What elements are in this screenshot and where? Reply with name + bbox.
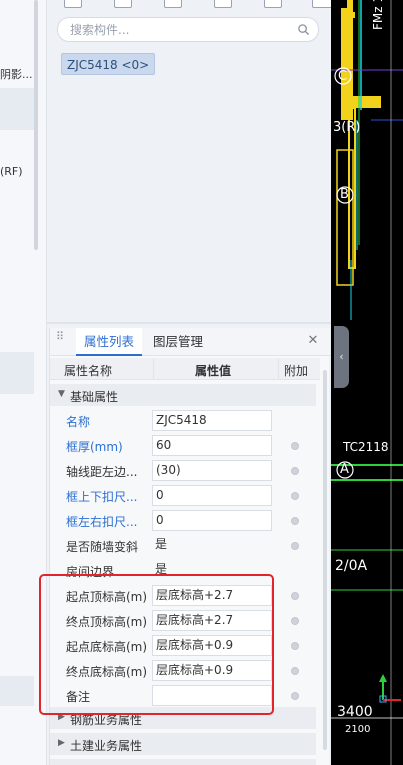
left-scrollbar[interactable] (34, 0, 38, 250)
cad-axis-a: A (340, 462, 349, 477)
property-table-header: 属性名称 属性值 附加 (50, 358, 320, 380)
tool-layer-icon[interactable] (264, 0, 282, 8)
property-name: 框上下扣尺... (66, 490, 138, 504)
property-value-field[interactable]: 是 (152, 535, 272, 556)
header-value: 属性值 (195, 364, 232, 378)
group-civil[interactable]: ▶ 土建业务属性 (50, 733, 316, 755)
tree-item-shadow[interactable]: 阴影... (0, 66, 33, 82)
search-icon[interactable] (297, 23, 310, 36)
property-scrollbar[interactable] (323, 370, 327, 750)
cad-label-tc: TC2118 (343, 440, 389, 454)
property-name: 框左右扣尺... (66, 515, 138, 529)
property-name: 框厚(mm) (66, 440, 123, 454)
extra-checkbox[interactable] (291, 442, 299, 450)
search-input[interactable] (70, 21, 290, 39)
cad-axis-b: B (340, 187, 349, 202)
property-row: 轴线距左边... (30) (50, 458, 316, 483)
cad-label-partial: 3(R) (333, 120, 361, 135)
close-icon[interactable]: ✕ (306, 334, 320, 348)
extra-checkbox[interactable] (291, 492, 299, 500)
extra-checkbox[interactable] (291, 692, 299, 700)
cad-label-axis: 2/0A (335, 558, 368, 574)
header-name: 属性名称 (64, 364, 113, 378)
property-tabs: ⠿ 属性列表 图层管理 ✕ (50, 328, 330, 356)
extra-checkbox[interactable] (291, 642, 299, 650)
property-row: 框厚(mm) 60 (50, 433, 316, 458)
property-row: 框左右扣尺... 0 (50, 508, 316, 533)
tree-item-rf[interactable]: (RF) (0, 165, 23, 178)
tree-highlight-2 (0, 352, 34, 394)
tool-delete-icon[interactable] (164, 0, 182, 8)
tab-property-list[interactable]: 属性列表 (76, 328, 143, 356)
cad-label-dim-small: 2100 (345, 724, 371, 735)
property-value-field[interactable]: (30) (152, 460, 272, 481)
cad-label-fm: FMz 1221 (371, 0, 385, 30)
header-divider (278, 358, 279, 380)
caret-right-icon: ▶ (58, 738, 65, 748)
group-basic[interactable]: ▼ 基础属性 (50, 384, 316, 406)
drag-grip-icon[interactable]: ⠿ (56, 331, 64, 348)
cad-label-dim: 3400 (337, 704, 373, 720)
extra-checkbox[interactable] (291, 617, 299, 625)
highlight-box (39, 574, 274, 715)
caret-down-icon: ▼ (58, 389, 65, 399)
component-item-selected[interactable]: ZJC5418 <0> (61, 53, 156, 75)
cad-axis-c: C (338, 69, 348, 84)
extra-checkbox[interactable] (291, 592, 299, 600)
property-row: 名称 ZJC5418 (50, 408, 316, 433)
property-row: 框上下扣尺... 0 (50, 483, 316, 508)
tree-highlight (0, 88, 34, 130)
tree-highlight-3 (0, 676, 34, 706)
tab-layer-manage[interactable]: 图层管理 (145, 328, 211, 356)
toolbar (64, 0, 334, 10)
property-value-field[interactable]: ZJC5418 (152, 410, 272, 431)
group-next (50, 759, 316, 765)
property-value-field[interactable]: 0 (152, 510, 272, 531)
extra-checkbox[interactable] (291, 542, 299, 550)
collapse-panel-button[interactable]: ‹ (334, 326, 349, 388)
property-name: 是否随墙变斜 (66, 540, 139, 554)
tool-paste-icon[interactable] (214, 0, 232, 8)
header-extra: 附加 (284, 364, 309, 378)
property-value-field[interactable]: 0 (152, 485, 272, 506)
property-name: 名称 (66, 415, 91, 429)
extra-checkbox[interactable] (291, 467, 299, 475)
extra-checkbox[interactable] (291, 667, 299, 675)
property-name: 轴线距左边... (66, 465, 138, 479)
header-divider (153, 358, 154, 380)
tool-copy-icon[interactable] (114, 0, 132, 8)
extra-checkbox[interactable] (291, 517, 299, 525)
property-value-field[interactable]: 60 (152, 435, 272, 456)
panel-splitter[interactable] (47, 322, 331, 324)
tool-new-icon[interactable] (64, 0, 82, 8)
property-row: 是否随墙变斜是 (50, 533, 316, 558)
component-search (57, 17, 319, 42)
